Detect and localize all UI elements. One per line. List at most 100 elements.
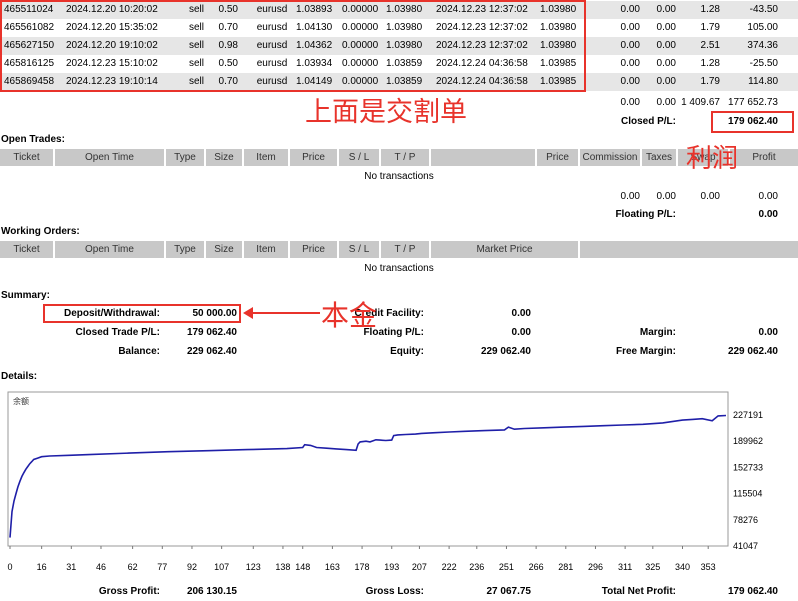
x-tick-label: 163 (325, 562, 340, 572)
trade-commission: 0.00 (620, 76, 640, 87)
col-price: Price (290, 149, 337, 166)
open-floating-label: Floating P/L: (615, 209, 676, 220)
wcol-type: Type (166, 241, 204, 258)
x-tick-label: 16 (37, 562, 47, 572)
balance-value: 229 062.40 (186, 346, 237, 357)
trade-swap: 1.79 (700, 76, 720, 87)
trade-profit: 105.00 (747, 22, 778, 33)
margin-value: 0.00 (758, 327, 778, 338)
arrow-head-icon (243, 307, 253, 319)
equity-label: Equity: (390, 346, 424, 357)
x-tick-label: 311 (618, 562, 632, 572)
wcol-ticket: Ticket (0, 241, 53, 258)
x-tick-label: 92 (187, 562, 197, 572)
y-tick-label: 152733 (733, 462, 763, 472)
x-tick-label: 148 (295, 562, 310, 572)
trade-taxes: 0.00 (656, 4, 676, 15)
y-tick-label: 227191 (733, 410, 763, 420)
trade-commission: 0.00 (620, 22, 640, 33)
wcol-tp: T / P (381, 241, 429, 258)
gross-profit-label: Gross Profit: (98, 586, 160, 597)
x-axis: 0 16 31 46 62 77 92 107 123 138 148 163 178 193 207 222… (7, 546, 716, 572)
closed-orders-annotation: 上面是交割单 (305, 97, 467, 128)
trade-swap: 1.28 (700, 58, 720, 69)
wcol-sl: S / L (339, 241, 379, 258)
x-tick-label: 353 (701, 562, 716, 572)
x-tick-label: 31 (66, 562, 76, 572)
open-floating-value: 0.00 (758, 209, 778, 220)
y-tick-label: 189962 (733, 436, 763, 446)
col-blank (431, 149, 535, 166)
trade-profit: 114.80 (748, 76, 778, 87)
trade-taxes: 0.00 (656, 40, 676, 51)
trade-commission: 0.00 (620, 40, 640, 51)
col-item: Item (244, 149, 288, 166)
trade-taxes: 0.00 (656, 22, 676, 33)
col-commission: Commission (580, 149, 640, 166)
closed-pl-label: Closed P/L: (620, 116, 676, 127)
equity-value: 229 062.40 (480, 346, 531, 357)
trade-profit: -43.50 (749, 4, 778, 15)
col-close-price: Price (537, 149, 578, 166)
trade-swap: 2.51 (700, 40, 720, 51)
deposit-highlight (43, 304, 241, 323)
y-tick-label: 115504 (733, 489, 762, 499)
arrow-shaft (246, 312, 320, 314)
balance-chart: 余额 0 16 31 46 62 77 92 107 123 138 148 163 178 193 207… (7, 391, 763, 572)
col-open-time: Open Time (55, 149, 164, 166)
x-tick-label: 340 (675, 562, 690, 572)
working-orders-title: Working Orders: (1, 226, 80, 237)
x-tick-label: 0 (7, 562, 12, 572)
x-tick-label: 236 (469, 562, 484, 572)
open-swap: 0.00 (700, 191, 720, 202)
working-orders-empty: No transactions (364, 263, 434, 274)
closed-trade-value: 179 062.40 (186, 327, 237, 338)
total-commission: 0.00 (620, 97, 640, 108)
x-tick-label: 178 (355, 562, 370, 572)
trade-taxes: 0.00 (656, 58, 676, 69)
col-ticket: Ticket (0, 149, 53, 166)
y-tick-label: 41047 (733, 541, 758, 551)
wcol-price: Price (290, 241, 337, 258)
x-tick-label: 46 (96, 562, 106, 572)
chart-title: 余额 (13, 396, 29, 406)
x-tick-label: 281 (558, 562, 573, 572)
col-size: Size (206, 149, 242, 166)
x-tick-label: 296 (588, 562, 603, 572)
total-swap: 1 409.67 (681, 97, 720, 108)
trade-profit: 374.36 (747, 40, 778, 51)
x-tick-label: 193 (384, 562, 399, 572)
open-profit: 0.00 (758, 191, 778, 202)
x-tick-label: 207 (412, 562, 427, 572)
balance-label: Balance: (118, 346, 160, 357)
net-profit-label: Total Net Profit: (601, 586, 676, 597)
free-margin-value: 229 062.40 (727, 346, 778, 357)
open-trades-title: Open Trades: (1, 134, 65, 145)
net-profit-value: 179 062.40 (727, 586, 778, 597)
open-commission: 0.00 (620, 191, 640, 202)
col-taxes: Taxes (642, 149, 676, 166)
summary-floating-value: 0.00 (511, 327, 531, 338)
y-tick-label: 78276 (733, 515, 758, 525)
closed-pl-highlight (711, 111, 794, 133)
details-title: Details: (1, 371, 38, 382)
wcol-market-price: Market Price (431, 241, 578, 258)
col-profit: Profit (730, 149, 798, 166)
wcol-blank (580, 241, 798, 258)
open-totals-row: 0.00 0.00 0.00 0.00 (0, 188, 798, 206)
trade-profit: -25.50 (749, 58, 778, 69)
capital-annotation: 本金 (321, 299, 378, 332)
x-tick-label: 107 (214, 562, 229, 572)
free-margin-label: Free Margin: (615, 346, 676, 357)
trade-commission: 0.00 (620, 58, 640, 69)
chart-frame (7, 391, 729, 547)
summary-title: Summary: (1, 290, 50, 301)
x-tick-label: 62 (128, 562, 138, 572)
gross-loss-label: Gross Loss: (365, 586, 424, 597)
col-type: Type (166, 149, 204, 166)
x-tick-label: 325 (645, 562, 660, 572)
gross-loss-value: 27 067.75 (486, 586, 532, 597)
x-tick-label: 123 (246, 562, 261, 572)
footer-row: Gross Profit: 206 130.15 Gross Loss: 27 … (0, 583, 798, 601)
x-tick-label: 222 (442, 562, 457, 572)
